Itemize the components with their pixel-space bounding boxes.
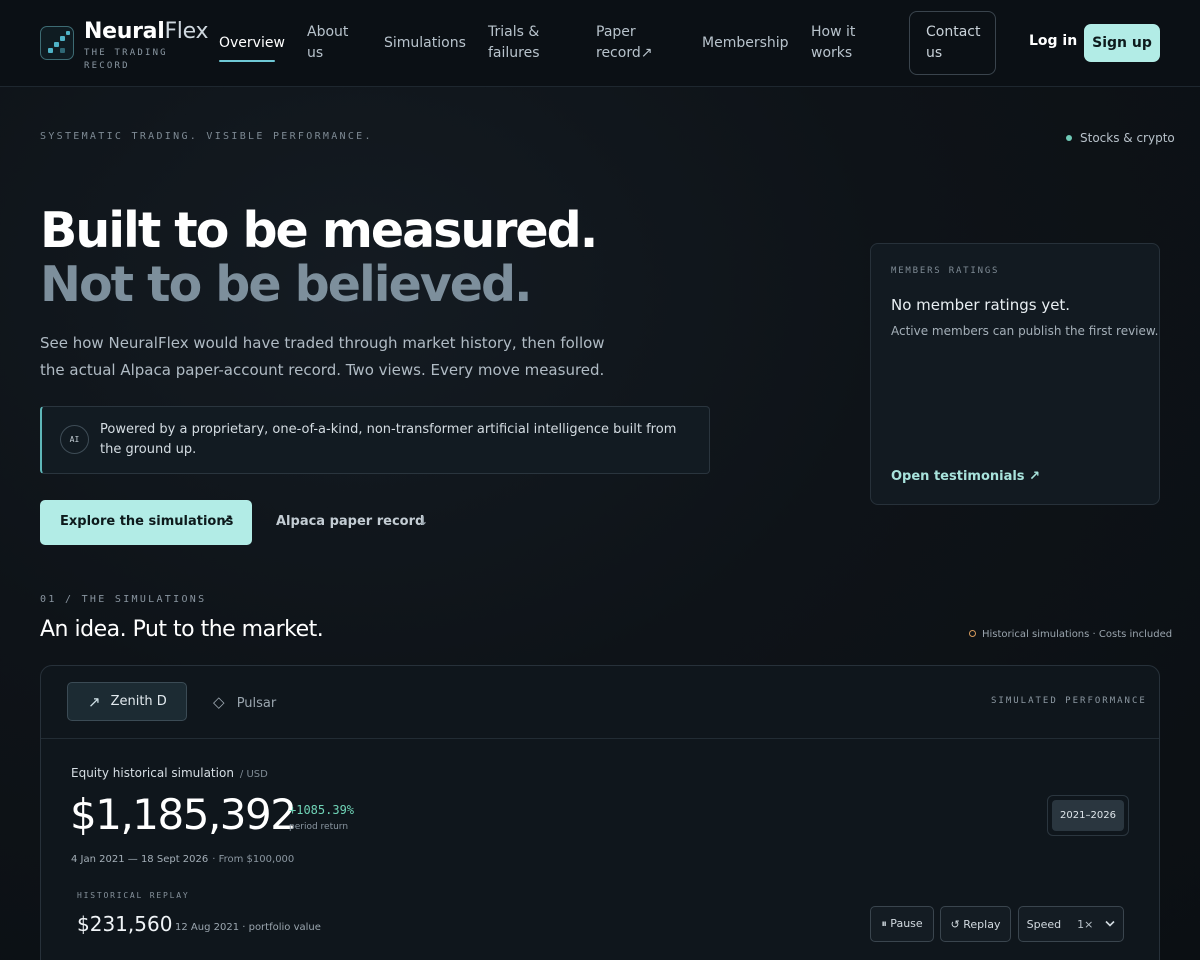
- hero-tagline: SYSTEMATIC TRADING. VISIBLE PERFORMANCE.: [40, 131, 373, 142]
- arrow-down-icon: ↓: [418, 514, 429, 528]
- explore-simulations-label: Explore the simulations: [60, 514, 234, 529]
- contact-us-button[interactable]: Contact us: [909, 11, 996, 75]
- brand-name[interactable]: NeuralFlex: [84, 19, 208, 44]
- section-note: Historical simulations · Costs included: [969, 629, 1172, 640]
- nav-trials-failures[interactable]: Trials & failures: [488, 22, 558, 64]
- nav-about-us[interactable]: About us: [307, 22, 357, 64]
- ring-icon: [969, 630, 976, 637]
- equity-title: Equity historical simulation / USD: [71, 766, 268, 780]
- alpaca-paper-record-link[interactable]: Alpaca paper record ↓: [276, 514, 428, 529]
- diamond-icon: ◇: [213, 693, 225, 711]
- replay-label: HISTORICAL REPLAY: [77, 891, 190, 900]
- hero-lead: See how NeuralFlex would have traded thr…: [40, 334, 605, 379]
- equity-title-text: Equity historical simulation: [71, 766, 234, 780]
- section-note-text: Historical simulations · Costs included: [982, 629, 1173, 640]
- replay-value: $231,560: [77, 912, 173, 936]
- ratings-subtitle: Active members can publish the first rev…: [891, 324, 1159, 338]
- alpaca-paper-record-label: Alpaca paper record: [276, 514, 425, 529]
- open-testimonials-link[interactable]: Open testimonials ↗: [891, 469, 1040, 484]
- nav-paper-record[interactable]: Paper record↗: [596, 22, 656, 64]
- hero-headline-primary: Built to be measured.: [40, 202, 598, 259]
- ai-callout-text: Powered by a proprietary, one-of-a-kind,…: [100, 422, 677, 457]
- chevron-down-icon: [1105, 919, 1115, 930]
- equity-unit: / USD: [239, 769, 268, 780]
- date-range: 4 Jan 2021 — 18 Sept 2026 · From $100,000: [71, 854, 294, 865]
- start-note: · From $100,000: [212, 854, 295, 865]
- equity-return-label: period return: [289, 822, 349, 832]
- section-label: 01 / THE SIMULATIONS: [40, 594, 207, 605]
- member-ratings-card: MEMBERS RATINGS No member ratings yet. A…: [870, 243, 1160, 505]
- login-link[interactable]: Log in: [1029, 33, 1077, 49]
- period-2021-2026-button[interactable]: 2021–2026: [1052, 800, 1124, 831]
- replay-button[interactable]: ↺ Replay: [940, 906, 1011, 942]
- tab-pulsar[interactable]: ◇ Pulsar: [213, 693, 276, 711]
- arrow-up-right-icon: ↗: [222, 513, 233, 528]
- hero-headline-secondary: Not to be believed.: [40, 256, 533, 313]
- ratings-title: No member ratings yet.: [891, 296, 1071, 314]
- ratings-label: MEMBERS RATINGS: [891, 266, 1000, 276]
- equity-value: $1,185,392: [70, 790, 297, 839]
- explore-simulations-button[interactable]: Explore the simulations ↗: [40, 500, 252, 545]
- ai-callout: AI Powered by a proprietary, one-of-a-ki…: [40, 406, 710, 474]
- pause-button[interactable]: ⏸ Pause: [870, 906, 934, 942]
- panel-header: ↗ Zenith D ◇ Pulsar SIMULATED PERFORMANC…: [41, 666, 1159, 739]
- logo-icon[interactable]: [40, 26, 74, 60]
- status-dot-icon: [1066, 135, 1072, 141]
- ai-badge-icon: AI: [60, 425, 89, 454]
- nav-simulations[interactable]: Simulations: [384, 33, 466, 54]
- brand-subtitle: THE TRADING RECORD: [84, 48, 168, 71]
- signup-button[interactable]: Sign up: [1084, 24, 1160, 62]
- tab-zenith-d-label: Zenith D: [110, 694, 167, 709]
- nav-active-indicator: [219, 60, 275, 62]
- equity-return: +1085.39%: [289, 803, 355, 817]
- nav-membership[interactable]: Membership: [702, 33, 789, 54]
- speed-select[interactable]: Speed 1×: [1018, 906, 1124, 942]
- date-range-text: 4 Jan 2021 — 18 Sept 2026: [71, 854, 209, 865]
- market-tag-label: Stocks & crypto: [1080, 131, 1175, 145]
- section-title: An idea. Put to the market.: [40, 617, 324, 642]
- nav-overview[interactable]: Overview: [219, 33, 285, 54]
- tab-zenith-d[interactable]: ↗ Zenith D: [67, 682, 187, 721]
- arrow-up-right-icon: ↗: [88, 692, 101, 711]
- simulated-performance-label: SIMULATED PERFORMANCE: [991, 696, 1147, 706]
- market-tag: Stocks & crypto: [1066, 131, 1175, 145]
- period-selector: 2021–2026: [1047, 795, 1129, 836]
- replay-date: 12 Aug 2021 · portfolio value: [175, 922, 321, 933]
- simulation-panel: ↗ Zenith D ◇ Pulsar SIMULATED PERFORMANC…: [40, 665, 1160, 960]
- nav-how-it-works[interactable]: How it works: [811, 22, 871, 64]
- speed-value: 1×: [1077, 917, 1094, 931]
- tab-pulsar-label: Pulsar: [236, 696, 277, 711]
- top-nav: NeuralFlex THE TRADING RECORD Overview A…: [0, 0, 1200, 87]
- speed-label: Speed: [1026, 917, 1062, 931]
